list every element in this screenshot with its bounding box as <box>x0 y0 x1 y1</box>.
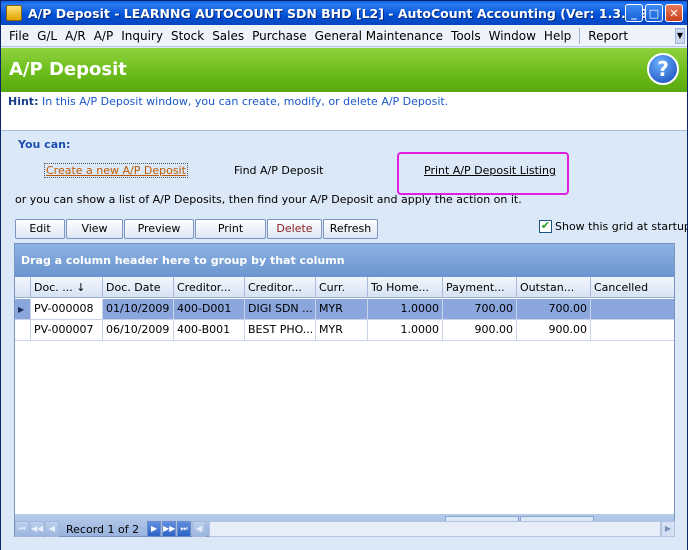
next-record-icon[interactable]: ▶ <box>147 521 162 537</box>
you-can-label: You can: <box>18 138 71 151</box>
row-indicator-header <box>15 277 31 298</box>
print-listing-link[interactable]: Print A/P Deposit Listing <box>424 164 556 177</box>
grid-header: Doc. ... ↓ Doc. Date Creditor... Credito… <box>15 277 674 298</box>
cell-creditor-code[interactable]: 400-B001 <box>174 320 245 340</box>
edit-button[interactable]: Edit <box>15 219 65 239</box>
column-header-creditor-name[interactable]: Creditor... <box>245 277 316 298</box>
app-window: A/P Deposit - LEARNNG AUTOCOUNT SDN BHD … <box>0 0 688 550</box>
maximize-button[interactable]: □ <box>645 4 663 22</box>
column-header-outstanding[interactable]: Outstan... <box>517 277 591 298</box>
cell-doc-date[interactable]: 06/10/2009 <box>103 320 174 340</box>
cell-to-home-rate[interactable]: 1.0000 <box>368 299 443 319</box>
hint-label: Hint: <box>8 95 39 108</box>
menu-inquiry[interactable]: Inquiry <box>117 29 167 43</box>
horizontal-scrollbar[interactable] <box>209 521 661 537</box>
title-bar: A/P Deposit - LEARNNG AUTOCOUNT SDN BHD … <box>1 1 687 25</box>
menu-gl[interactable]: G/L <box>33 29 61 43</box>
page-title: A/P Deposit <box>9 59 127 80</box>
help-icon[interactable]: ? <box>647 53 679 85</box>
cell-creditor-name[interactable]: BEST PHO... <box>245 320 316 340</box>
previous-record-icon[interactable]: ◀ <box>45 521 59 537</box>
menu-ar[interactable]: A/R <box>61 29 90 43</box>
show-grid-label: Show this grid at startup <box>555 220 688 233</box>
menu-window[interactable]: Window <box>485 29 540 43</box>
column-header-doc-no[interactable]: Doc. ... ↓ <box>31 277 103 298</box>
find-deposit-link[interactable]: Find A/P Deposit <box>234 164 323 177</box>
column-header-creditor-code[interactable]: Creditor... <box>174 277 245 298</box>
next-page-icon[interactable]: ▶▶ <box>162 521 177 537</box>
row-indicator: ▶ <box>15 299 31 319</box>
menu-tools[interactable]: Tools <box>447 29 485 43</box>
close-button[interactable]: ✕ <box>665 4 683 22</box>
preview-button[interactable]: Preview <box>124 219 194 239</box>
print-button[interactable]: Print <box>195 219 266 239</box>
cell-to-home-rate[interactable]: 1.0000 <box>368 320 443 340</box>
page-header: A/P Deposit ? <box>1 48 687 92</box>
hint-panel: Hint: In this A/P Deposit window, you ca… <box>1 92 687 131</box>
column-header-payment[interactable]: Payment... <box>443 277 517 298</box>
grid-toolbar: Edit View Preview Print Delete Refresh <box>15 219 379 239</box>
column-header-currency[interactable]: Curr. <box>316 277 368 298</box>
column-header-cancelled[interactable]: Cancelled <box>591 277 674 298</box>
menu-purchase[interactable]: Purchase <box>248 29 311 43</box>
deposit-grid: Drag a column header here to group by th… <box>14 243 675 537</box>
menu-separator <box>579 27 581 44</box>
refresh-button[interactable]: Refresh <box>323 219 378 239</box>
delete-button[interactable]: Delete <box>267 219 322 239</box>
cell-cancelled[interactable] <box>591 299 674 319</box>
cell-currency[interactable]: MYR <box>316 320 368 340</box>
cell-doc-no[interactable]: PV-000007 <box>31 320 103 340</box>
column-header-doc-date[interactable]: Doc. Date <box>103 277 174 298</box>
last-record-icon[interactable]: ⏭ <box>177 521 192 537</box>
menu-help[interactable]: Help <box>540 29 575 43</box>
cell-payment[interactable]: 700.00 <box>443 299 517 319</box>
menu-bar: File G/L A/R A/P Inquiry Stock Sales Pur… <box>1 25 687 47</box>
cell-outstanding[interactable]: 900.00 <box>517 320 591 340</box>
sort-down-arrow-icon: ↓ <box>76 281 86 294</box>
window-title: A/P Deposit - LEARNNG AUTOCOUNT SDN BHD … <box>28 5 654 21</box>
show-grid-option[interactable]: ✔ Show this grid at startup <box>539 220 688 233</box>
group-by-panel[interactable]: Drag a column header here to group by th… <box>15 244 674 277</box>
cell-doc-no[interactable]: PV-000008 <box>31 299 103 319</box>
main-content: You can: Create a new A/P Deposit Find A… <box>1 132 688 550</box>
record-position: Record 1 of 2 <box>66 522 140 536</box>
menu-stock[interactable]: Stock <box>167 29 208 43</box>
minimize-button[interactable]: _ <box>625 4 643 22</box>
menu-report[interactable]: Report <box>584 29 632 43</box>
row-indicator <box>15 320 31 340</box>
view-button[interactable]: View <box>66 219 123 239</box>
hint-text: In this A/P Deposit window, you can crea… <box>41 95 449 108</box>
menu-general-maintenance[interactable]: General Maintenance <box>311 29 447 43</box>
cell-currency[interactable]: MYR <box>316 299 368 319</box>
menu-overflow-chevron-icon[interactable]: ▼ <box>675 28 685 44</box>
table-row[interactable]: PV-000007 06/10/2009 400-B001 BEST PHO..… <box>15 320 674 341</box>
cell-doc-date[interactable]: 01/10/2009 <box>103 299 174 319</box>
menu-file[interactable]: File <box>5 29 33 43</box>
show-grid-checkbox[interactable]: ✔ <box>539 220 552 233</box>
scroll-right-icon[interactable]: ▶ <box>661 521 675 537</box>
create-deposit-link[interactable]: Create a new A/P Deposit <box>44 163 188 178</box>
cell-creditor-code[interactable]: 400-D001 <box>174 299 245 319</box>
scroll-left-icon[interactable]: ◀ <box>192 521 207 537</box>
column-header-to-home-rate[interactable]: To Home... <box>368 277 443 298</box>
menu-sales[interactable]: Sales <box>208 29 248 43</box>
app-icon <box>6 5 22 21</box>
previous-page-icon[interactable]: ◀◀ <box>30 521 44 537</box>
table-row[interactable]: ▶ PV-000008 01/10/2009 400-D001 DIGI SDN… <box>15 299 674 320</box>
cell-creditor-name[interactable]: DIGI SDN ... <box>245 299 316 319</box>
first-record-icon[interactable]: ⏮ <box>15 521 29 537</box>
cell-cancelled[interactable] <box>591 320 674 340</box>
cell-payment[interactable]: 900.00 <box>443 320 517 340</box>
record-navigator: ⏮ ◀◀ ◀ Record 1 of 2 ▶ ▶▶ ⏭ ◀ ▶ <box>15 520 675 538</box>
cell-outstanding[interactable]: 700.00 <box>517 299 591 319</box>
menu-ap[interactable]: A/P <box>90 29 118 43</box>
instruction-text: or you can show a list of A/P Deposits, … <box>15 193 522 206</box>
current-row-arrow-icon: ▶ <box>18 305 25 314</box>
